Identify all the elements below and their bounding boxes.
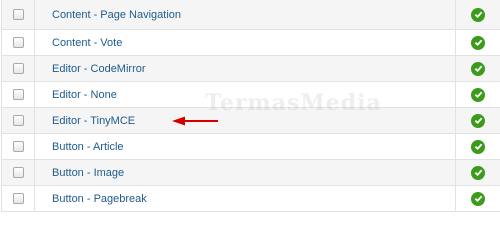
plugin-list: Content - Page Navigation Content - Vote… [0, 0, 500, 214]
row-checkbox[interactable] [12, 193, 24, 204]
row-select-cell [2, 82, 35, 107]
row-checkbox[interactable] [12, 89, 24, 100]
plugin-name-cell: Button - Image [35, 160, 456, 185]
plugin-name-link[interactable]: Editor - None [52, 89, 117, 101]
row-checkbox[interactable] [12, 167, 24, 178]
plugin-name-cell: Content - Vote [35, 30, 456, 55]
plugin-name-link[interactable]: Button - Image [52, 167, 124, 179]
status-cell [456, 30, 500, 55]
check-circle-icon[interactable] [471, 113, 485, 128]
status-cell [456, 56, 500, 81]
row-checkbox[interactable] [12, 37, 24, 48]
row-select-cell [2, 108, 35, 133]
plugin-name-link[interactable]: Editor - CodeMirror [52, 63, 146, 75]
table-row: Button - Image [2, 159, 500, 185]
table-row: Content - Vote [2, 29, 500, 55]
check-circle-icon[interactable] [471, 139, 485, 154]
row-checkbox[interactable] [12, 63, 24, 74]
plugin-name-cell: Content - Page Navigation [35, 0, 456, 29]
table-row: Button - Article [2, 133, 500, 159]
table-row: Editor - None [2, 81, 500, 107]
plugin-name-cell: Editor - TinyMCE [35, 108, 456, 133]
row-select-cell [2, 30, 35, 55]
status-cell [456, 160, 500, 185]
check-circle-icon[interactable] [471, 61, 485, 76]
row-checkbox[interactable] [12, 141, 24, 152]
status-cell [456, 186, 500, 211]
row-select-cell [2, 160, 35, 185]
row-checkbox[interactable] [12, 115, 24, 126]
status-cell [456, 108, 500, 133]
plugin-table: Content - Page Navigation Content - Vote… [1, 0, 500, 212]
plugin-name-cell: Button - Pagebreak [35, 186, 456, 211]
check-circle-icon[interactable] [471, 191, 485, 206]
plugin-name-link[interactable]: Content - Page Navigation [52, 9, 181, 21]
plugin-name-link[interactable]: Button - Article [52, 141, 124, 153]
check-circle-icon[interactable] [471, 7, 485, 22]
check-circle-icon[interactable] [471, 35, 485, 50]
check-circle-icon[interactable] [471, 87, 485, 102]
plugin-name-cell: Editor - None [35, 82, 456, 107]
plugin-name-link[interactable]: Button - Pagebreak [52, 193, 147, 205]
plugin-name-link[interactable]: Content - Vote [52, 37, 122, 49]
table-row: Content - Page Navigation [2, 0, 500, 29]
check-circle-icon[interactable] [471, 165, 485, 180]
status-cell [456, 0, 500, 29]
row-select-cell [2, 56, 35, 81]
plugin-name-cell: Button - Article [35, 134, 456, 159]
row-select-cell [2, 186, 35, 211]
status-cell [456, 134, 500, 159]
plugin-name-link[interactable]: Editor - TinyMCE [52, 115, 135, 127]
row-checkbox[interactable] [12, 9, 24, 20]
table-row: Editor - CodeMirror [2, 55, 500, 81]
table-row: Button - Pagebreak [2, 185, 500, 211]
table-row: Editor - TinyMCE [2, 107, 500, 133]
row-select-cell [2, 0, 35, 29]
plugin-name-cell: Editor - CodeMirror [35, 56, 456, 81]
red-arrow-annotation [172, 116, 218, 125]
row-select-cell [2, 134, 35, 159]
status-cell [456, 82, 500, 107]
